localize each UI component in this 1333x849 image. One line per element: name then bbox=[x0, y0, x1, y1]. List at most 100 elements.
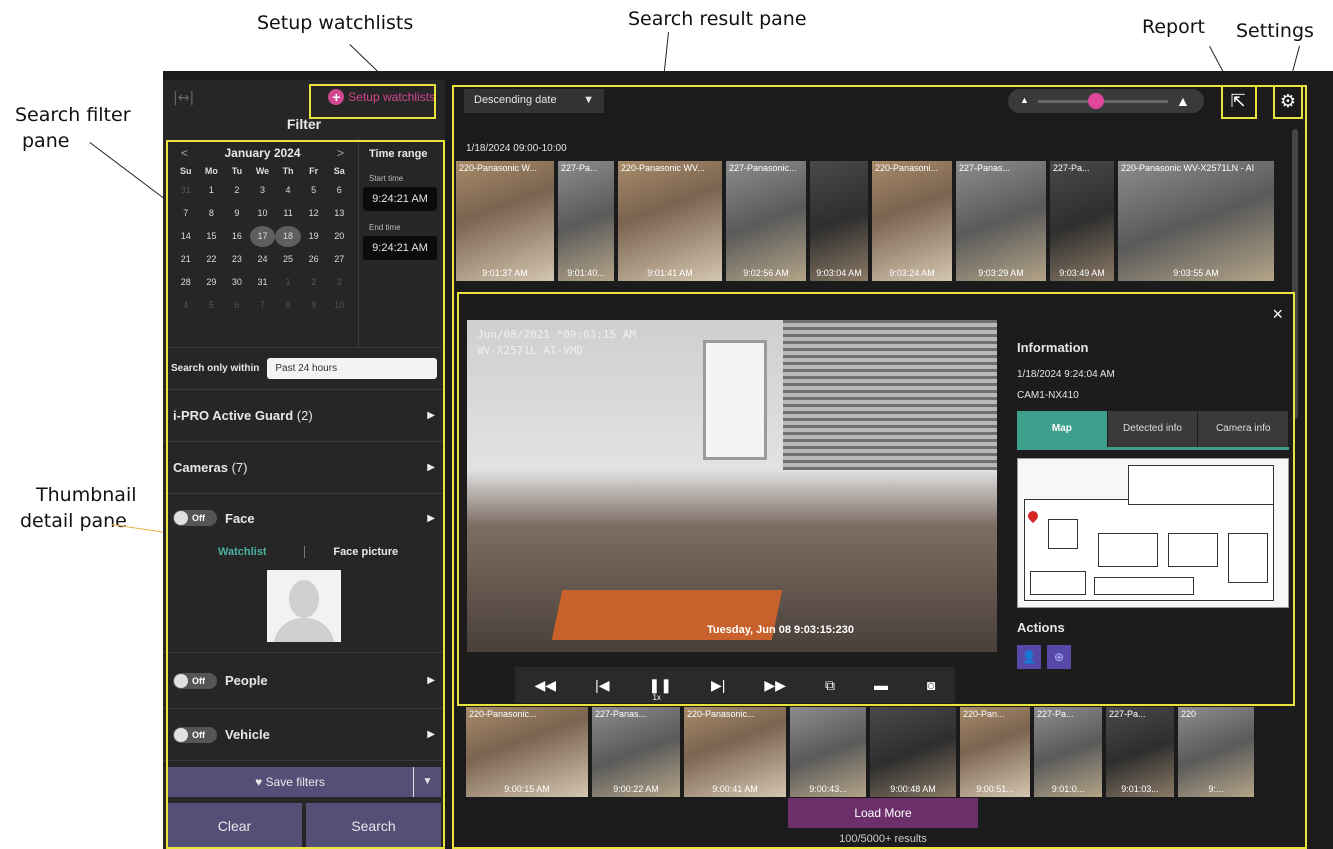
calendar-day[interactable]: 25 bbox=[275, 249, 301, 270]
section-people[interactable]: Off People ▶ bbox=[163, 653, 445, 709]
calendar-day[interactable]: 6 bbox=[326, 180, 352, 201]
video-player[interactable]: Jun/08/2021 *09:03:15 AM WV-X2571L AI-VM… bbox=[467, 320, 997, 652]
result-thumbnail[interactable]: 227-Panas... 9:03:29 AM bbox=[956, 161, 1046, 281]
setup-watchlists-link[interactable]: + Setup watchlists bbox=[328, 89, 435, 105]
calendar-day[interactable]: 19 bbox=[301, 226, 327, 247]
result-thumbnail[interactable]: 220 9:... bbox=[1178, 707, 1254, 797]
popout-icon[interactable]: ⧉ bbox=[825, 677, 835, 694]
calendar-day[interactable]: 8 bbox=[275, 295, 301, 316]
face-header[interactable]: Off Face ▶ bbox=[163, 494, 445, 542]
calendar-day[interactable]: 27 bbox=[326, 249, 352, 270]
calendar-day[interactable]: 16 bbox=[224, 226, 250, 247]
calendar-day[interactable]: 31 bbox=[173, 180, 199, 201]
calendar-day[interactable]: 11 bbox=[275, 203, 301, 224]
calendar-day[interactable]: 18 bbox=[275, 226, 301, 247]
result-thumbnail[interactable]: 227-Pa... 9:01:40... bbox=[558, 161, 614, 281]
zoom-search-icon[interactable]: ⊕ bbox=[1047, 645, 1071, 669]
vehicle-toggle[interactable]: Off bbox=[173, 726, 217, 743]
calendar-day[interactable]: 31 bbox=[250, 272, 276, 293]
prev-month-button[interactable]: < bbox=[181, 146, 188, 160]
calendar-day[interactable]: 9 bbox=[224, 203, 250, 224]
clip-icon[interactable]: ▬ bbox=[874, 677, 888, 693]
tab-map[interactable]: Map bbox=[1017, 411, 1107, 447]
person-search-icon[interactable]: 👤 bbox=[1017, 645, 1041, 669]
calendar-day[interactable]: 29 bbox=[199, 272, 225, 293]
calendar-day[interactable]: 20 bbox=[326, 226, 352, 247]
calendar-day[interactable]: 5 bbox=[199, 295, 225, 316]
calendar-day[interactable]: 3 bbox=[326, 272, 352, 293]
result-thumbnail[interactable]: 220-Panasonic... 9:00:41 AM bbox=[684, 707, 786, 797]
calendar-day[interactable]: 3 bbox=[250, 180, 276, 201]
result-thumbnail[interactable]: 220-Panasonic... 9:00:15 AM bbox=[466, 707, 588, 797]
calendar-day[interactable]: 22 bbox=[199, 249, 225, 270]
calendar-day[interactable]: 4 bbox=[275, 180, 301, 201]
calendar-day[interactable]: 23 bbox=[224, 249, 250, 270]
rewind-icon[interactable]: ◀◀ bbox=[535, 677, 557, 694]
face-toggle[interactable]: Off bbox=[173, 510, 217, 526]
thumbnail-size-slider[interactable]: ▲ ▲ bbox=[1008, 89, 1204, 113]
result-thumbnail[interactable]: 220-Panasonic WV... 9:01:41 AM bbox=[618, 161, 722, 281]
calendar-day[interactable]: 14 bbox=[173, 226, 199, 247]
watchlist-tab[interactable]: Watchlist bbox=[181, 546, 305, 558]
result-thumbnail[interactable]: 9:00:43... bbox=[790, 707, 866, 797]
slider-knob[interactable] bbox=[1088, 93, 1104, 109]
calendar-day[interactable]: 2 bbox=[301, 272, 327, 293]
result-thumbnail[interactable]: 220-Panasonic WV-X2571LN - AI 9:03:55 AM bbox=[1118, 161, 1274, 281]
calendar-day[interactable]: 30 bbox=[224, 272, 250, 293]
save-filters-dropdown[interactable]: ▼ bbox=[413, 767, 441, 797]
save-filters-button[interactable]: ♥ Save filters bbox=[167, 775, 413, 789]
section-active-guard[interactable]: i-PRO Active Guard (2) ▶ bbox=[163, 390, 445, 442]
calendar-day[interactable]: 10 bbox=[250, 203, 276, 224]
result-thumbnail[interactable]: 227-Pa... 9:03:49 AM bbox=[1050, 161, 1114, 281]
close-icon[interactable]: × bbox=[1272, 304, 1283, 325]
section-cameras[interactable]: Cameras (7) ▶ bbox=[163, 442, 445, 494]
calendar-day[interactable]: 12 bbox=[301, 203, 327, 224]
clear-button[interactable]: Clear bbox=[167, 803, 302, 849]
calendar-day[interactable]: 17 bbox=[249, 226, 276, 247]
face-placeholder-icon[interactable] bbox=[267, 570, 341, 642]
result-thumbnail[interactable]: 9:00:48 AM bbox=[870, 707, 956, 797]
result-thumbnail[interactable]: 9:03:04 AM bbox=[810, 161, 868, 281]
result-thumbnail[interactable]: 220-Panasonic W... 9:01:37 AM bbox=[456, 161, 554, 281]
end-time-input[interactable]: 9:24:21 AM bbox=[363, 236, 437, 260]
floor-map[interactable] bbox=[1017, 458, 1289, 608]
calendar-day[interactable]: 28 bbox=[173, 272, 199, 293]
sort-dropdown[interactable]: Descending date ▼ bbox=[464, 89, 604, 113]
step-forward-icon[interactable]: ▶| bbox=[711, 677, 725, 694]
calendar-day[interactable]: 21 bbox=[173, 249, 199, 270]
calendar-day[interactable]: 4 bbox=[173, 295, 199, 316]
report-export-icon[interactable]: ⇱ bbox=[1226, 89, 1250, 113]
tab-detected-info[interactable]: Detected info bbox=[1107, 411, 1198, 447]
camera-snapshot-icon[interactable]: ◙ bbox=[927, 677, 935, 693]
settings-gear-icon[interactable]: ⚙ bbox=[1276, 89, 1300, 113]
result-thumbnail[interactable]: 227-Panasonic... 9:02:56 AM bbox=[726, 161, 806, 281]
calendar-day[interactable]: 10 bbox=[326, 295, 352, 316]
calendar-day[interactable]: 7 bbox=[250, 295, 276, 316]
calendar-day[interactable]: 15 bbox=[199, 226, 225, 247]
result-thumbnail[interactable]: 227-Pa... 9:01:03... bbox=[1106, 707, 1174, 797]
search-button[interactable]: Search bbox=[306, 803, 441, 849]
calendar-day[interactable]: 6 bbox=[224, 295, 250, 316]
result-thumbnail[interactable]: 227-Panas... 9:00:22 AM bbox=[592, 707, 680, 797]
section-vehicle[interactable]: Off Vehicle ▶ bbox=[163, 709, 445, 761]
calendar-day[interactable]: 26 bbox=[301, 249, 327, 270]
next-month-button[interactable]: > bbox=[337, 146, 344, 160]
calendar-day[interactable]: 7 bbox=[173, 203, 199, 224]
calendar-day[interactable]: 5 bbox=[301, 180, 327, 201]
result-thumbnail[interactable]: 220-Panasoni... 9:03:24 AM bbox=[872, 161, 952, 281]
pause-icon[interactable]: ❚❚ 1x bbox=[648, 677, 671, 702]
people-toggle[interactable]: Off bbox=[173, 672, 217, 689]
calendar-day[interactable]: 1 bbox=[275, 272, 301, 293]
step-back-icon[interactable]: |◀ bbox=[595, 677, 609, 694]
tab-camera-info[interactable]: Camera info bbox=[1198, 411, 1289, 447]
calendar-day[interactable]: 2 bbox=[224, 180, 250, 201]
result-thumbnail[interactable]: 220-Pan... 9:00:51... bbox=[960, 707, 1030, 797]
expand-pane-icon[interactable]: |↔| bbox=[173, 90, 194, 106]
load-more-button[interactable]: Load More bbox=[788, 798, 978, 828]
start-time-input[interactable]: 9:24:21 AM bbox=[363, 187, 437, 211]
calendar-day[interactable]: 1 bbox=[199, 180, 225, 201]
calendar-day[interactable]: 8 bbox=[199, 203, 225, 224]
face-picture-tab[interactable]: Face picture bbox=[305, 546, 428, 558]
calendar-day[interactable]: 13 bbox=[326, 203, 352, 224]
calendar-day[interactable]: 24 bbox=[250, 249, 276, 270]
